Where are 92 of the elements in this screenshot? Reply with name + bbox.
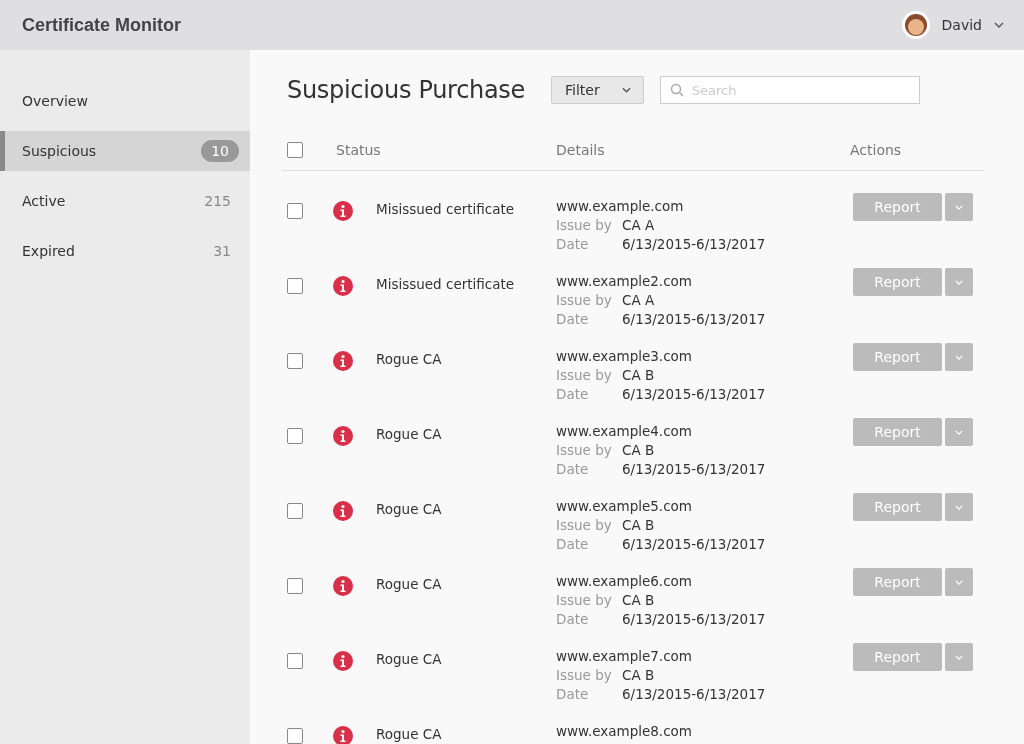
issuer-text: CA A <box>622 216 655 235</box>
info-icon <box>333 651 353 671</box>
row-checkbox[interactable] <box>287 578 303 594</box>
status-text: Rogue CA <box>376 576 443 592</box>
field-label: Date <box>556 685 590 704</box>
chevron-down-icon <box>955 654 963 660</box>
field-label: Date <box>556 460 590 479</box>
item-count: 215 <box>204 193 231 209</box>
status-text: Rogue CA <box>376 726 443 742</box>
report-button[interactable]: Report <box>853 568 942 596</box>
row-checkbox[interactable] <box>287 278 303 294</box>
info-icon <box>333 501 353 521</box>
field-label: Issue by <box>556 366 613 385</box>
domain-text: www.example.com <box>556 197 685 216</box>
row-checkbox[interactable] <box>287 653 303 669</box>
report-button[interactable]: Report <box>853 643 942 671</box>
avatar-icon[interactable] <box>901 11 930 39</box>
row-checkbox[interactable] <box>287 428 303 444</box>
field-label: Date <box>556 385 590 404</box>
issuer-text: CA B <box>622 516 655 535</box>
field-label: Issue by <box>556 666 613 685</box>
date-text: 6/13/2015-6/13/2017 <box>622 460 766 479</box>
report-button[interactable]: Report <box>853 418 942 446</box>
column-header: Actions <box>850 142 902 158</box>
issuer-text: CA B <box>622 366 655 385</box>
chevron-down-icon <box>621 87 631 93</box>
count-badge: 10 <box>201 140 239 162</box>
report-button[interactable]: Report <box>853 493 942 521</box>
sidebar-item[interactable]: Overview <box>0 81 250 121</box>
chevron-down-icon <box>955 204 963 210</box>
filter-dropdown[interactable]: Filter <box>551 76 644 104</box>
issuer-text: CA B <box>622 666 655 685</box>
date-text: 6/13/2015-6/13/2017 <box>622 310 766 329</box>
field-label: Issue by <box>556 591 613 610</box>
status-text: Rogue CA <box>376 501 443 517</box>
field-label: Date <box>556 235 590 254</box>
domain-text: www.example4.com <box>556 422 693 441</box>
domain-text: www.example5.com <box>556 497 693 516</box>
date-text: 6/13/2015-6/13/2017 <box>622 235 766 254</box>
issuer-text: CA B <box>622 591 655 610</box>
search-icon <box>669 83 684 97</box>
date-text: 6/13/2015-6/13/2017 <box>622 685 766 704</box>
chevron-down-icon <box>955 279 963 285</box>
sidebar-item[interactable]: Suspicious 10 <box>0 131 250 171</box>
field-label: Issue by <box>556 216 613 235</box>
row-checkbox[interactable] <box>287 728 303 744</box>
chevron-down-icon <box>955 354 963 360</box>
status-text: Rogue CA <box>376 651 443 667</box>
chevron-down-icon <box>955 429 963 435</box>
date-text: 6/13/2015-6/13/2017 <box>622 610 766 629</box>
field-label: Issue by <box>556 516 613 535</box>
info-icon <box>333 201 353 221</box>
info-icon <box>333 426 353 446</box>
date-text: 6/13/2015-6/13/2017 <box>622 535 766 554</box>
row-checkbox[interactable] <box>287 203 303 219</box>
info-icon <box>333 576 353 596</box>
row-checkbox[interactable] <box>287 503 303 519</box>
domain-text: www.example2.com <box>556 272 693 291</box>
issuer-text: CA A <box>622 291 655 310</box>
row-checkbox[interactable] <box>287 353 303 369</box>
status-text: Misissued certificate <box>376 201 516 217</box>
info-icon <box>333 276 353 296</box>
column-header: Details <box>556 142 606 158</box>
report-button[interactable]: Report <box>853 343 942 371</box>
issuer-text: CA B <box>622 441 655 460</box>
item-count: 31 <box>213 243 231 259</box>
field-label: Issue by <box>556 291 613 310</box>
date-text: 6/13/2015-6/13/2017 <box>622 385 766 404</box>
app-title: Certificate Monitor <box>22 14 181 36</box>
report-button[interactable]: Report <box>853 193 942 221</box>
field-label: Date <box>556 535 590 554</box>
domain-text: www.example3.com <box>556 347 693 366</box>
status-text: Rogue CA <box>376 426 443 442</box>
status-text: Rogue CA <box>376 351 443 367</box>
report-button[interactable]: Report <box>853 268 942 296</box>
column-header: Status <box>336 142 382 158</box>
field-label: Issue by <box>556 441 613 460</box>
status-text: Misissued certificate <box>376 276 516 292</box>
chevron-down-icon <box>955 579 963 585</box>
domain-text: www.example6.com <box>556 572 693 591</box>
user-menu-button[interactable]: David <box>937 17 986 33</box>
chevron-down-icon <box>955 504 963 510</box>
field-label: Date <box>556 610 590 629</box>
select-all-checkbox[interactable] <box>287 142 303 158</box>
sidebar-item[interactable]: Expired 31 <box>0 231 250 271</box>
field-label: Date <box>556 310 590 329</box>
sidebar-item[interactable]: Active 215 <box>0 181 250 221</box>
info-icon <box>333 351 353 371</box>
chevron-down-icon[interactable] <box>994 22 1004 28</box>
page-title: Suspicious Purchase <box>287 76 526 104</box>
domain-text: www.example8.com <box>556 722 693 741</box>
domain-text: www.example7.com <box>556 647 693 666</box>
